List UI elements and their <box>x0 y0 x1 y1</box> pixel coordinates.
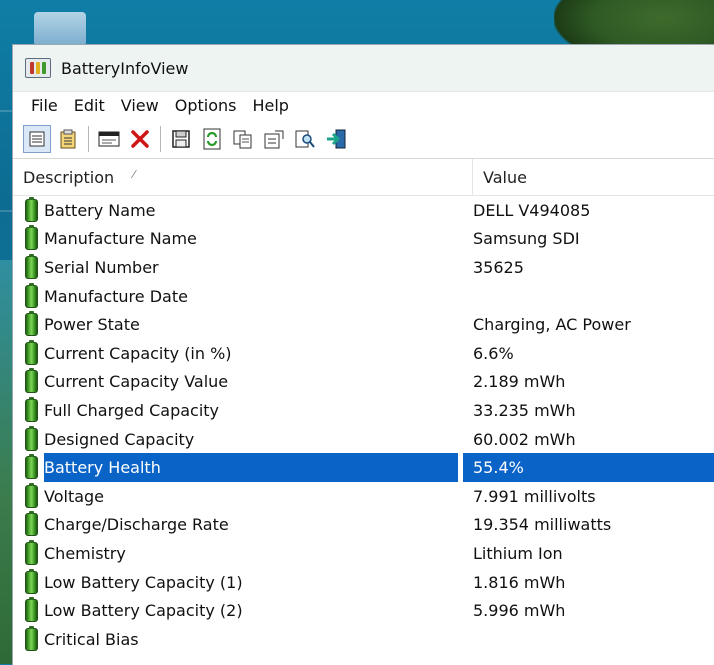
row-label: Current Capacity Value <box>44 372 229 392</box>
table-row[interactable]: Manufacture Name Samsung SDI <box>13 225 714 254</box>
window-title: BatteryInfoView <box>61 58 189 78</box>
battery-icon <box>25 482 38 508</box>
table-row[interactable]: Full Charged Capacity 33.235 mWh <box>13 396 714 425</box>
desktop-wallpaper-rock <box>554 0 714 50</box>
battery-icon <box>25 368 38 394</box>
table-row[interactable]: Designed Capacity 60.002 mWh <box>13 425 714 454</box>
menu-edit[interactable]: Edit <box>66 92 113 120</box>
table-body: Battery Name DELL V494085 Manufacture Na… <box>13 196 714 654</box>
row-value: 35625 <box>473 257 524 277</box>
row-label: Full Charged Capacity <box>44 400 220 420</box>
row-value: Samsung SDI <box>473 229 580 249</box>
row-value <box>463 625 473 654</box>
row-value: 2.189 mWh <box>473 372 566 392</box>
battery-icon <box>25 539 38 565</box>
battery-icon <box>25 253 38 279</box>
battery-icon <box>25 396 38 422</box>
row-label: Low Battery Capacity (1) <box>44 572 243 592</box>
row-value: 33.235 mWh <box>473 400 576 420</box>
column-header-description[interactable]: Description ⁄ <box>13 159 473 195</box>
row-label: Chemistry <box>44 543 126 563</box>
table-row[interactable]: Charge/Discharge Rate 19.354 milliwatts <box>13 511 714 540</box>
row-label: Current Capacity (in %) <box>44 343 232 363</box>
delete-icon[interactable] <box>126 125 154 153</box>
battery-icon <box>25 568 38 594</box>
row-label: Critical Bias <box>44 629 139 649</box>
table-row[interactable]: Chemistry Lithium Ion <box>13 539 714 568</box>
table-row[interactable]: Voltage 7.991 millivolts <box>13 482 714 511</box>
html-report-icon[interactable] <box>95 125 123 153</box>
table-row[interactable]: Current Capacity Value 2.189 mWh <box>13 368 714 397</box>
battery-info-table: Description ⁄ Value Battery Name DELL V4… <box>13 159 714 654</box>
row-value: Lithium Ion <box>473 543 563 563</box>
table-header: Description ⁄ Value <box>13 159 714 196</box>
toolbar-separator <box>160 126 161 152</box>
table-row[interactable]: Serial Number 35625 <box>13 253 714 282</box>
row-value: 7.991 millivolts <box>473 486 596 506</box>
title-bar[interactable]: BatteryInfoView <box>13 45 714 92</box>
row-value: Charging, AC Power <box>473 315 631 335</box>
menu-help[interactable]: Help <box>244 92 296 120</box>
row-value <box>463 282 473 311</box>
row-value: 6.6% <box>473 343 514 363</box>
table-row[interactable]: Battery Name DELL V494085 <box>13 196 714 225</box>
row-label: Power State <box>44 315 140 335</box>
table-row-selected[interactable]: Battery Health 55.4% <box>13 453 714 482</box>
battery-icon <box>25 196 38 222</box>
app-battery-icon <box>25 58 51 78</box>
toolbar <box>13 120 714 159</box>
column-header-value[interactable]: Value <box>473 159 527 195</box>
battery-icon <box>25 311 38 337</box>
recycle-bin-icon[interactable] <box>34 12 86 46</box>
row-label: Charge/Discharge Rate <box>44 515 229 535</box>
row-value: DELL V494085 <box>473 200 591 220</box>
row-value: 5.996 mWh <box>473 601 566 621</box>
save-icon[interactable] <box>167 125 195 153</box>
battery-icon <box>25 339 38 365</box>
row-label: Low Battery Capacity (2) <box>44 601 243 621</box>
battery-icon <box>25 225 38 251</box>
clipboard-list-icon[interactable] <box>54 125 82 153</box>
column-header-description-label: Description <box>23 167 115 187</box>
row-value: 55.4% <box>463 453 714 482</box>
copy-icon[interactable] <box>229 125 257 153</box>
find-icon[interactable] <box>291 125 319 153</box>
row-label: Voltage <box>44 486 105 506</box>
row-label: Manufacture Name <box>44 229 197 249</box>
battery-icon <box>25 454 38 480</box>
battery-icon <box>25 425 38 451</box>
battery-icon <box>25 597 38 623</box>
row-label: Designed Capacity <box>44 429 195 449</box>
toolbar-separator <box>88 126 89 152</box>
properties-icon[interactable] <box>23 125 51 153</box>
battery-icon <box>25 511 38 537</box>
row-value: 60.002 mWh <box>473 429 576 449</box>
menu-file[interactable]: File <box>23 92 66 120</box>
table-row[interactable]: Low Battery Capacity (2) 5.996 mWh <box>13 596 714 625</box>
column-header-value-label: Value <box>483 167 527 187</box>
row-label: Battery Health <box>44 453 458 482</box>
table-row[interactable]: Low Battery Capacity (1) 1.816 mWh <box>13 568 714 597</box>
row-label: Manufacture Date <box>44 286 188 306</box>
menu-view[interactable]: View <box>113 92 167 120</box>
refresh-icon[interactable] <box>198 125 226 153</box>
row-value: 19.354 milliwatts <box>473 515 612 535</box>
table-row[interactable]: Manufacture Date <box>13 282 714 311</box>
table-row[interactable]: Critical Bias <box>13 625 714 654</box>
table-row[interactable]: Power State Charging, AC Power <box>13 310 714 339</box>
advanced-options-icon[interactable] <box>260 125 288 153</box>
table-row[interactable]: Current Capacity (in %) 6.6% <box>13 339 714 368</box>
menu-bar: File Edit View Options Help <box>13 92 714 120</box>
sort-indicator-icon: ⁄ <box>133 168 135 181</box>
row-label: Serial Number <box>44 257 159 277</box>
battery-icon <box>25 625 38 651</box>
row-value: 1.816 mWh <box>473 572 566 592</box>
row-label: Battery Name <box>44 200 156 220</box>
menu-options[interactable]: Options <box>167 92 245 120</box>
battery-icon <box>25 282 38 308</box>
app-window: BatteryInfoView File Edit View Options H… <box>12 44 714 665</box>
exit-icon[interactable] <box>322 125 350 153</box>
